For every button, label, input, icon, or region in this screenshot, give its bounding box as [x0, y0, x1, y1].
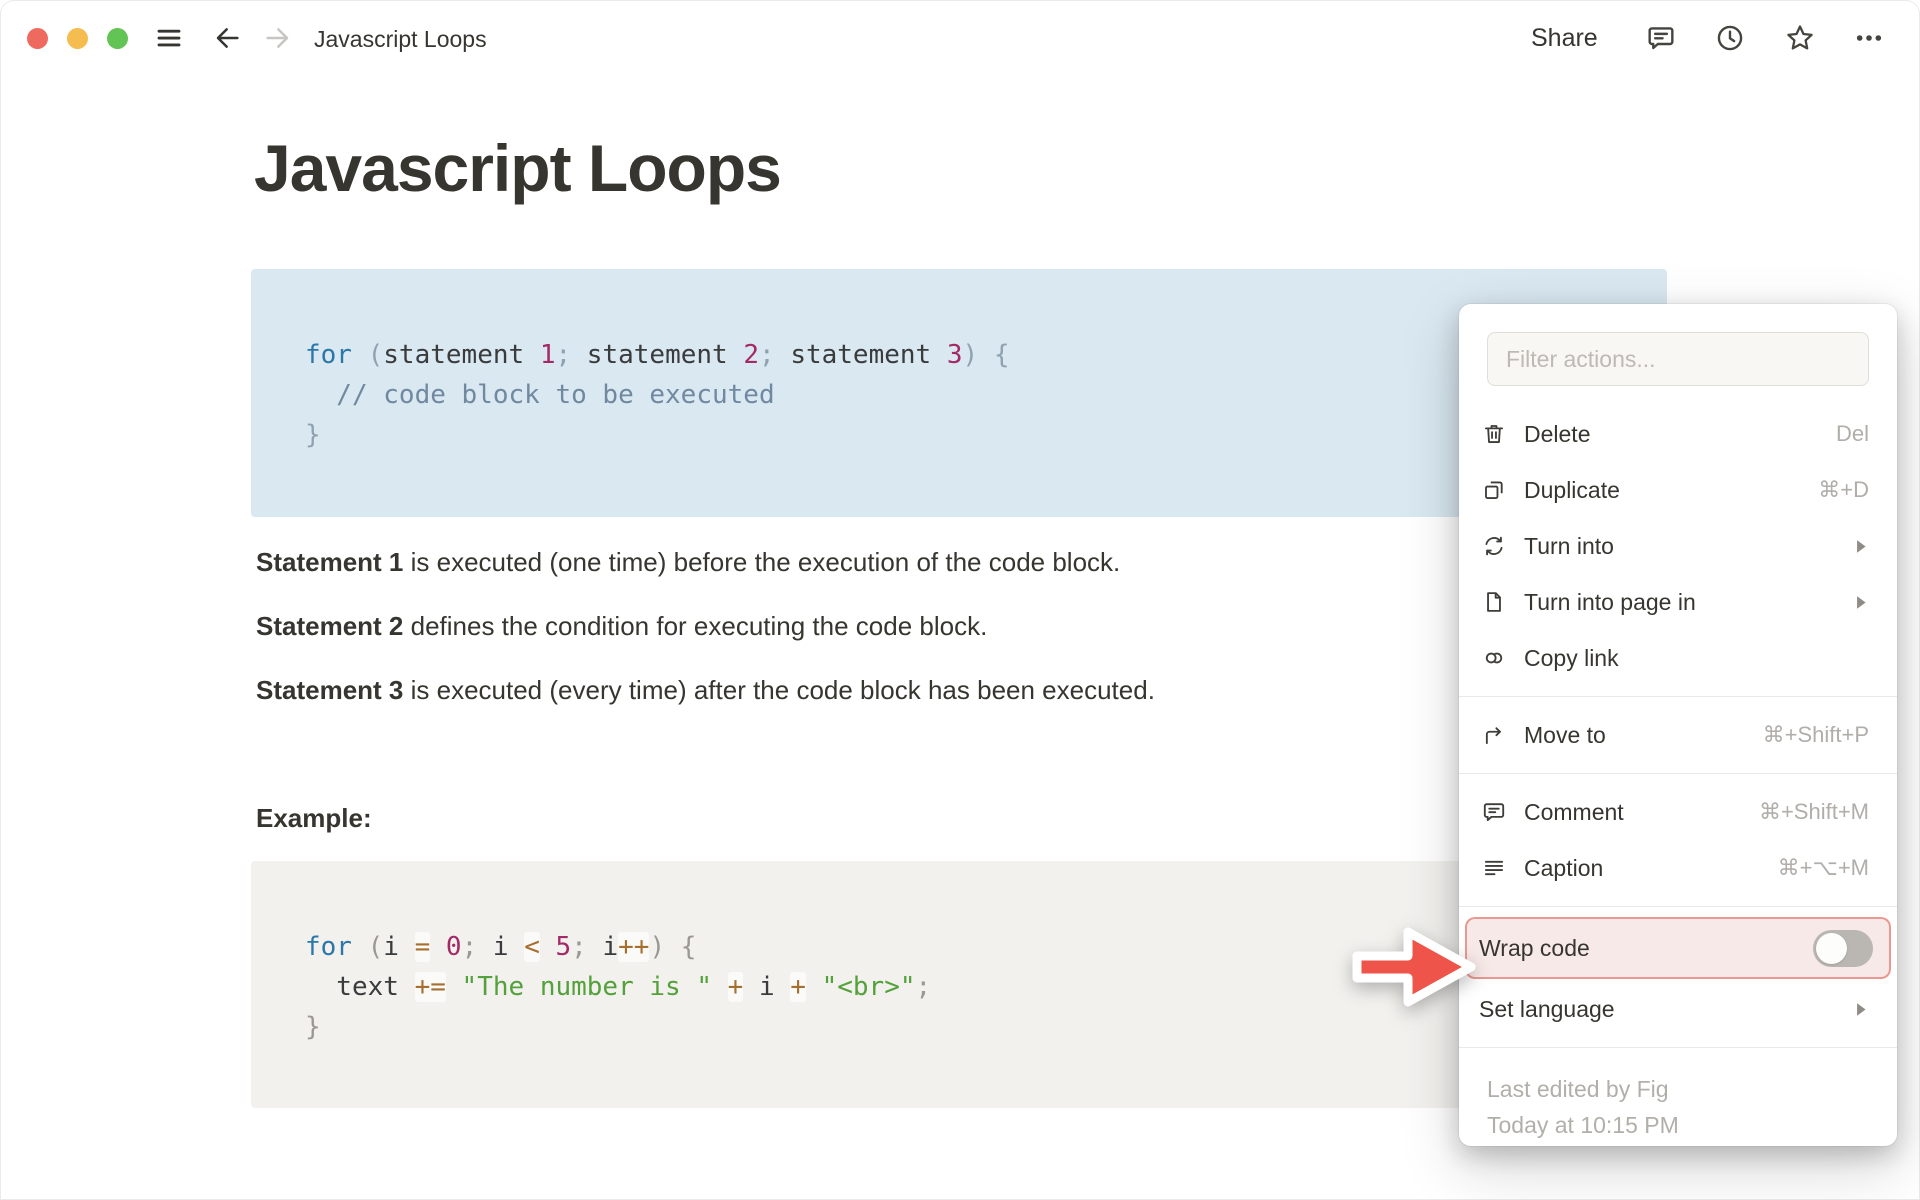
- menu-divider: [1459, 906, 1897, 907]
- wrap-code-toggle[interactable]: [1813, 929, 1873, 967]
- bold-run: Statement 3: [256, 675, 404, 705]
- comments-icon[interactable]: [1645, 22, 1677, 54]
- menu-item-duplicate[interactable]: Duplicate ⌘+D: [1467, 462, 1889, 518]
- last-edited-time: Today at 10:15 PM: [1487, 1112, 1679, 1138]
- menu-item-label: Wrap code: [1479, 934, 1590, 961]
- favorite-star-icon[interactable]: [1784, 22, 1816, 54]
- caption-icon: [1479, 853, 1509, 883]
- menu-item-turn-into[interactable]: Turn into: [1467, 518, 1889, 574]
- shortcut-hint: ⌘+D: [1818, 477, 1869, 502]
- history-clock-icon[interactable]: [1714, 22, 1746, 54]
- menu-footer: Last edited by Fig Today at 10:15 PM: [1459, 1058, 1897, 1143]
- window-controls: [27, 28, 128, 49]
- menu-divider: [1459, 1047, 1897, 1048]
- menu-list: Delete Del Duplicate ⌘+D Turn into Turn into …: [1459, 406, 1897, 1037]
- turn-into-icon: [1479, 531, 1509, 561]
- code-block-for-syntax[interactable]: for (statement 1; statement 2; statement…: [251, 269, 1667, 517]
- duplicate-icon: [1479, 475, 1509, 505]
- forward-icon[interactable]: [261, 22, 293, 54]
- menu-item-label: Set language: [1479, 995, 1615, 1022]
- submenu-arrow-icon: [1852, 594, 1869, 611]
- menu-item-caption[interactable]: Caption ⌘+⌥+M: [1467, 840, 1889, 896]
- menu-item-label: Move to: [1524, 721, 1606, 748]
- bold-run: Statement 1: [256, 547, 404, 577]
- toggle-knob: [1816, 932, 1847, 964]
- minimize-window-button[interactable]: [67, 28, 88, 49]
- back-icon[interactable]: [212, 22, 244, 54]
- red-arrow-icon: [1352, 927, 1476, 1007]
- more-options-icon[interactable]: [1853, 22, 1885, 54]
- shortcut-hint: ⌘+Shift+P: [1762, 722, 1869, 747]
- menu-item-set-language[interactable]: Set language: [1467, 981, 1889, 1037]
- zoom-window-button[interactable]: [107, 28, 128, 49]
- app-window: Javascript Loops Share Javascript Loops …: [0, 0, 1920, 1200]
- close-window-button[interactable]: [27, 28, 48, 49]
- bold-run: Statement 2: [256, 611, 404, 641]
- menu-item-label: Duplicate: [1524, 476, 1620, 503]
- text-run: defines the condition for executing the …: [403, 611, 988, 641]
- trash-icon: [1479, 419, 1509, 449]
- move-to-icon: [1479, 720, 1509, 750]
- menu-item-move-to[interactable]: Move to ⌘+Shift+P: [1467, 707, 1889, 763]
- menu-item-copy-link[interactable]: Copy link: [1467, 630, 1889, 686]
- paragraph-statement-2[interactable]: Statement 2 defines the condition for ex…: [256, 609, 987, 643]
- menu-item-delete[interactable]: Delete Del: [1467, 406, 1889, 462]
- page-title[interactable]: Javascript Loops: [254, 128, 782, 208]
- submenu-arrow-icon: [1852, 1001, 1869, 1018]
- menu-item-label: Comment: [1524, 798, 1624, 825]
- copy-link-icon: [1479, 643, 1509, 673]
- example-heading[interactable]: Example:: [256, 801, 372, 835]
- text-run: is executed (every time) after the code …: [403, 675, 1155, 705]
- menu-divider: [1459, 696, 1897, 697]
- comment-icon: [1479, 797, 1509, 827]
- block-actions-menu: Delete Del Duplicate ⌘+D Turn into Turn into …: [1459, 304, 1897, 1146]
- submenu-arrow-icon: [1852, 538, 1869, 555]
- sidebar-menu-icon[interactable]: [153, 22, 185, 54]
- filter-actions-input[interactable]: [1487, 332, 1869, 386]
- menu-item-label: Delete: [1524, 420, 1591, 447]
- menu-item-label: Turn into page in: [1524, 588, 1696, 615]
- share-button[interactable]: Share: [1531, 23, 1598, 53]
- menu-divider: [1459, 773, 1897, 774]
- breadcrumb[interactable]: Javascript Loops: [314, 24, 487, 54]
- menu-item-turn-into-page-in[interactable]: Turn into page in: [1467, 574, 1889, 630]
- top-bar: Javascript Loops Share: [0, 0, 1920, 76]
- menu-item-comment[interactable]: Comment ⌘+Shift+M: [1467, 784, 1889, 840]
- paragraph-statement-3[interactable]: Statement 3 is executed (every time) aft…: [256, 673, 1155, 707]
- shortcut-hint: ⌘+⌥+M: [1777, 855, 1869, 880]
- shortcut-hint: ⌘+Shift+M: [1758, 799, 1869, 824]
- menu-item-label: Turn into: [1524, 532, 1614, 559]
- paragraph-statement-1[interactable]: Statement 1 is executed (one time) befor…: [256, 545, 1120, 579]
- page-icon: [1479, 587, 1509, 617]
- menu-item-label: Caption: [1524, 854, 1604, 881]
- last-edited-by: Last edited by Fig: [1487, 1076, 1669, 1102]
- text-run: is executed (one time) before the execut…: [403, 547, 1121, 577]
- menu-item-label: Copy link: [1524, 644, 1619, 671]
- shortcut-hint: Del: [1835, 421, 1869, 446]
- menu-item-wrap-code[interactable]: Wrap code: [1465, 917, 1891, 979]
